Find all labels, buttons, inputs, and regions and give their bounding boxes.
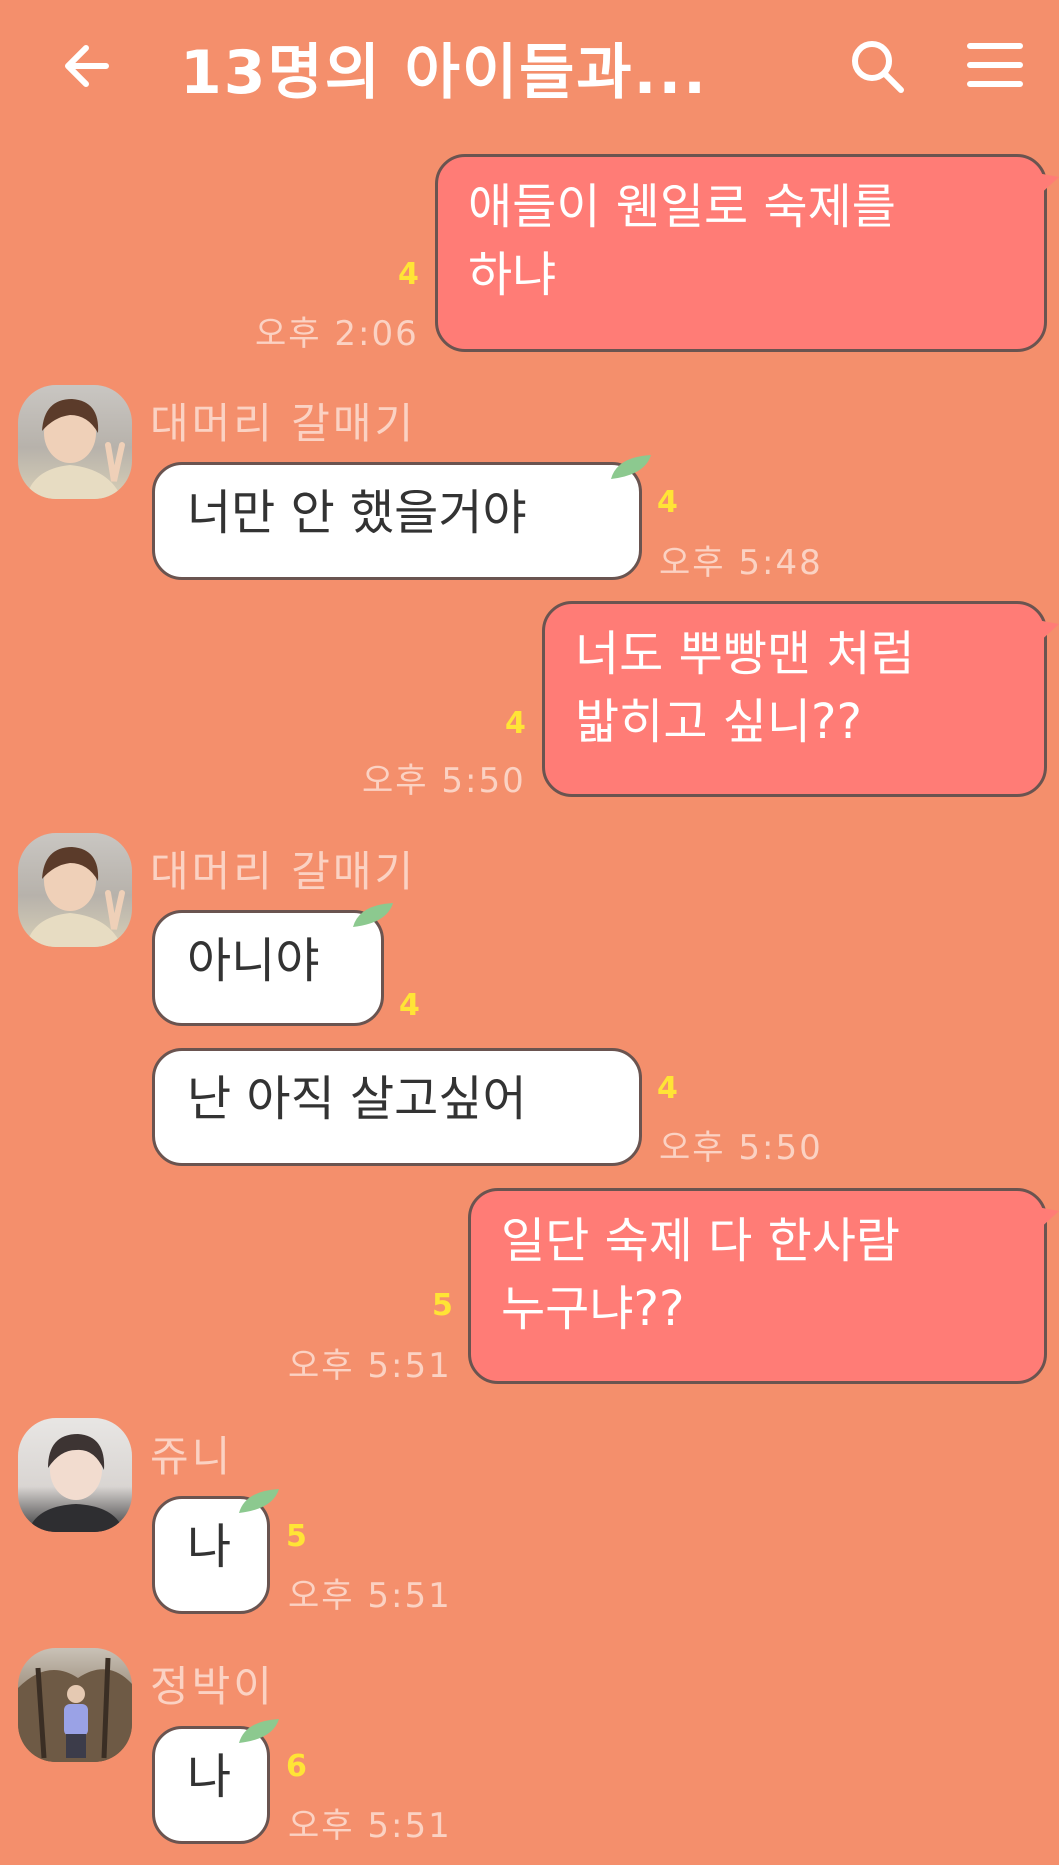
avatar[interactable] bbox=[18, 385, 132, 499]
their-message-bubble[interactable]: 나 bbox=[152, 1489, 279, 1614]
avatar-photo bbox=[26, 399, 125, 499]
unread-count: 4 bbox=[398, 257, 419, 292]
unread-count: 4 bbox=[657, 485, 678, 520]
sender-name: 대머리 갈매기 bbox=[150, 847, 417, 896]
sender-name: 정박이 bbox=[150, 1662, 275, 1711]
message-text-line: 애들이 웬일로 숙제를 bbox=[468, 179, 896, 235]
message-text-line: 너도 뿌빵맨 처럼 bbox=[575, 626, 915, 682]
avatar[interactable] bbox=[18, 1648, 132, 1762]
message-text-line: 하냐 bbox=[468, 247, 557, 303]
leaf-icon bbox=[611, 455, 651, 479]
message-text: 나 bbox=[187, 1519, 232, 1575]
bubble-tail bbox=[1037, 620, 1059, 644]
my-message-bubble[interactable]: 일단 숙제 다 한사람 누구냐?? bbox=[468, 1188, 1059, 1384]
message-text: 난 아직 살고싶어 bbox=[187, 1071, 527, 1127]
sender-name: 쥬니 bbox=[150, 1432, 234, 1481]
avatar[interactable] bbox=[18, 1418, 132, 1532]
their-message-bubble[interactable]: 난 아직 살고싶어 bbox=[152, 1048, 642, 1166]
message-text-line: 일단 숙제 다 한사람 bbox=[501, 1213, 901, 1269]
menu-icon[interactable] bbox=[966, 40, 1024, 90]
avatar-photo bbox=[26, 847, 125, 947]
bubble-tail bbox=[1037, 173, 1059, 197]
unread-count: 5 bbox=[432, 1288, 453, 1323]
unread-count: 5 bbox=[286, 1519, 307, 1554]
message-time: 오후 5:51 bbox=[288, 1346, 452, 1386]
unread-count: 6 bbox=[286, 1749, 307, 1784]
message-time: 오후 2:06 bbox=[255, 314, 419, 354]
chat-header: 13명의 아이들과... bbox=[0, 0, 1059, 140]
their-message-bubble[interactable]: 아니야 bbox=[152, 903, 393, 1026]
message-text-line: 밟히고 싶니?? bbox=[575, 694, 863, 750]
my-message-bubble[interactable]: 애들이 웬일로 숙제를 하냐 bbox=[435, 154, 1059, 352]
chat-title: 13명의 아이들과... bbox=[180, 38, 708, 108]
leaf-icon bbox=[239, 1719, 279, 1743]
message-time: 오후 5:50 bbox=[659, 1128, 823, 1168]
message-text-line: 누구냐?? bbox=[501, 1281, 685, 1337]
my-message-bubble[interactable]: 너도 뿌빵맨 처럼 밟히고 싶니?? bbox=[542, 601, 1059, 797]
message-time: 오후 5:50 bbox=[362, 761, 526, 801]
avatar-photo bbox=[18, 1657, 132, 1762]
message-text: 아니야 bbox=[187, 933, 320, 989]
unread-count: 4 bbox=[399, 988, 420, 1023]
message-text: 너만 안 했을거야 bbox=[187, 485, 527, 541]
unread-count: 4 bbox=[505, 706, 526, 741]
leaf-icon bbox=[353, 903, 393, 927]
back-arrow-icon[interactable] bbox=[58, 36, 118, 96]
message-time: 오후 5:51 bbox=[288, 1806, 452, 1846]
unread-count: 4 bbox=[657, 1071, 678, 1106]
search-icon[interactable] bbox=[845, 34, 909, 98]
avatar-photo bbox=[28, 1434, 124, 1532]
message-time: 오후 5:48 bbox=[659, 543, 823, 583]
message-time: 오후 5:51 bbox=[288, 1576, 452, 1616]
message-text: 나 bbox=[187, 1749, 232, 1805]
sender-name: 대머리 갈매기 bbox=[150, 399, 417, 448]
bubble-tail bbox=[1037, 1207, 1059, 1231]
their-message-bubble[interactable]: 나 bbox=[152, 1719, 279, 1844]
their-message-bubble[interactable]: 너만 안 했을거야 bbox=[152, 455, 651, 580]
leaf-icon bbox=[239, 1489, 279, 1513]
avatar[interactable] bbox=[18, 833, 132, 947]
